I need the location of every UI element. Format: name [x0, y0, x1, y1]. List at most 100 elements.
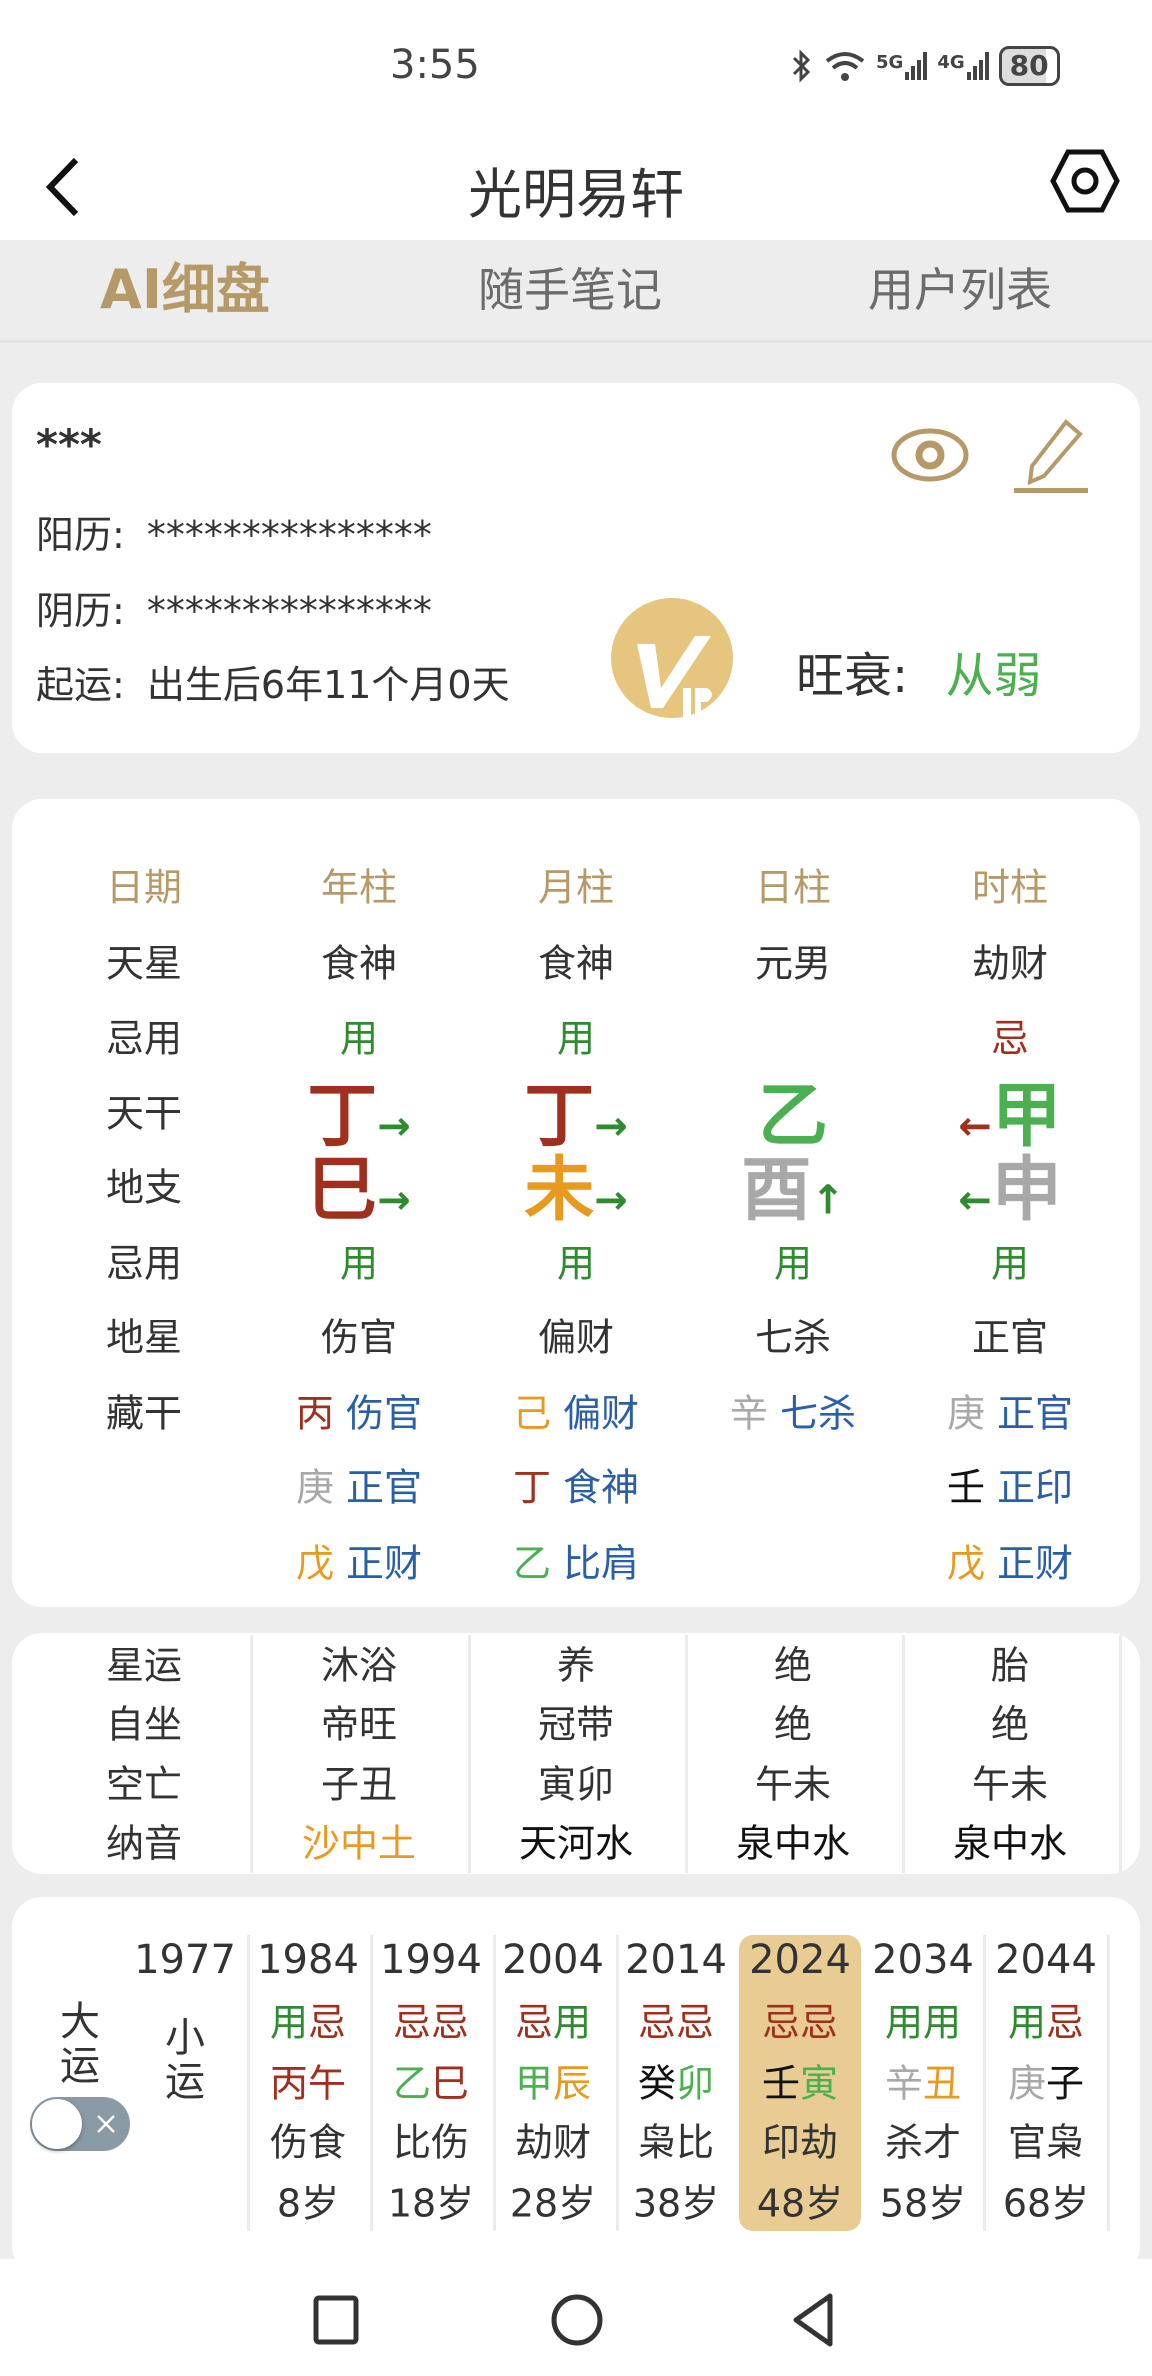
solar-date-row: 阳历: ***************: [36, 504, 432, 559]
ji-yong-badge: 用: [339, 1016, 379, 1061]
5g-label: 5G: [876, 52, 904, 73]
lunar-value: ***************: [146, 589, 432, 633]
hidden-stem: 丁: [512, 1465, 551, 1510]
column-divider: [493, 1935, 496, 2231]
earthly-branch: 巳→: [307, 1134, 411, 1235]
extra-value: 帝旺: [320, 1702, 398, 1747]
branch-char: 寅: [800, 2061, 839, 2106]
column-divider: [616, 1935, 619, 2231]
stem-char: 壬: [761, 2061, 800, 2106]
stem-char: 乙: [392, 2061, 431, 2106]
period-ten-gods: 劫财: [514, 2120, 592, 2165]
pillar-header: 日期: [105, 865, 183, 910]
branch-char: 卯: [676, 2061, 715, 2106]
hidden-stem: 壬: [946, 1465, 985, 1510]
tab-user-list[interactable]: 用户列表: [830, 240, 1090, 340]
column-divider: [370, 1935, 373, 2231]
ji-yong-badge: 忌: [514, 2000, 553, 2045]
period-age: 28岁: [509, 2181, 597, 2226]
period-age: 58岁: [879, 2181, 967, 2226]
ji-yong-badge: 忌: [637, 2000, 676, 2045]
row-label-di-zhi: 地支: [105, 1165, 183, 1210]
pencil-icon[interactable]: [1010, 418, 1090, 496]
period-ten-gods: 枭比: [637, 2120, 715, 2165]
period-ten-gods: 杀才: [884, 2120, 962, 2165]
tab-notes[interactable]: 随手笔记: [440, 240, 700, 340]
hidden-stem-entry: 壬正印: [947, 1457, 1073, 1512]
ji-yong-badge: 用: [773, 1241, 813, 1286]
close-icon: [97, 2115, 115, 2133]
pillar-header: 年柱: [320, 865, 398, 910]
period-ten-gods: 官枭: [1007, 2120, 1085, 2165]
extra-value: 泉中水: [952, 1821, 1068, 1866]
period-ji-yong: 用用: [885, 1992, 961, 2047]
period-ten-gods: 伤食: [269, 2120, 347, 2165]
ten-god: 正印: [997, 1465, 1074, 1510]
period-year: 2004: [502, 1937, 604, 1983]
extra-row-label: 纳音: [105, 1821, 183, 1866]
ji-yong-badge: 忌: [392, 2000, 431, 2045]
hidden-stem-entry: 庚正官: [947, 1383, 1073, 1438]
stem-char: 辛: [884, 2061, 923, 2106]
hidden-stem: 庚: [295, 1465, 334, 1510]
xiao-yun-label[interactable]: 小运: [161, 2016, 209, 2104]
arrow-right-icon: →: [594, 1177, 628, 1224]
battery-indicator: 80: [998, 46, 1060, 86]
period-year: 1994: [380, 1937, 482, 1983]
hidden-stem: 己: [512, 1391, 551, 1436]
hexagon-settings-icon[interactable]: [1050, 148, 1120, 214]
da-yun-toggle[interactable]: [30, 2097, 130, 2151]
stem-char: 丙: [269, 2061, 308, 2106]
row-label-tian-gan: 天干: [105, 1091, 183, 1136]
period-ganzhi: 壬寅: [762, 2053, 838, 2108]
chevron-left-icon[interactable]: [38, 152, 88, 222]
extra-value: 沙中土: [301, 1821, 417, 1866]
extra-value: 天河水: [518, 1821, 634, 1866]
hidden-stem: 庚: [946, 1391, 985, 1436]
tian-xing-value: 食神: [537, 941, 615, 986]
ji-yong-badge: 忌: [431, 2000, 470, 2045]
pillar-header: 日柱: [754, 865, 832, 910]
solar-label: 阳历:: [36, 513, 125, 557]
tab-bar: AI细盘 随手笔记 用户列表: [0, 240, 1152, 343]
hidden-stem-entry: 戊正财: [947, 1533, 1073, 1588]
period-ganzhi: 甲辰: [515, 2053, 591, 2108]
hidden-stem-entry: 辛七杀: [730, 1383, 856, 1438]
recents-square-icon[interactable]: [313, 2295, 359, 2345]
ji-yong-badge: 用: [269, 2000, 308, 2045]
stem-char: 甲: [514, 2061, 553, 2106]
ten-god: 正财: [346, 1541, 423, 1586]
period-ji-yong: 用忌: [1008, 1992, 1084, 2047]
ten-god: 七杀: [780, 1391, 857, 1436]
lunar-date-row: 阴历: ***************: [36, 580, 432, 635]
di-xing-value: 七杀: [754, 1315, 832, 1360]
column-divider: [902, 1635, 905, 1873]
bluetooth-icon: [792, 49, 811, 83]
branch-char: 辰: [553, 2061, 592, 2106]
column-divider: [250, 1635, 253, 1873]
period-ganzhi: 癸卯: [638, 2053, 714, 2108]
period-ji-yong: 忌忌: [393, 1992, 469, 2047]
hidden-stem-entry: 丙伤官: [296, 1383, 422, 1438]
period-ten-gods: 印劫: [761, 2120, 839, 2165]
hidden-stem-entry: 乙比肩: [513, 1533, 639, 1588]
tian-xing-value: 劫财: [971, 941, 1049, 986]
di-xing-value: 伤官: [320, 1315, 398, 1360]
ji-yong-badge: 用: [556, 1016, 596, 1061]
period-age: 18岁: [387, 2181, 475, 2226]
eye-icon[interactable]: [890, 426, 970, 484]
status-time: 3:55: [390, 42, 480, 88]
ten-god: 正官: [997, 1391, 1074, 1436]
ji-yong-badge: 用: [923, 2000, 962, 2045]
period-ten-gods: 比伤: [392, 2120, 470, 2165]
arrow-right-icon: →: [377, 1177, 411, 1224]
hidden-stem-entry: 丁食神: [513, 1457, 639, 1512]
home-circle-icon[interactable]: [550, 2292, 604, 2348]
tab-ai-detail[interactable]: AI细盘: [60, 240, 310, 340]
row-label-tian-xing: 天星: [105, 941, 183, 986]
back-triangle-icon[interactable]: [790, 2292, 836, 2348]
luck-start-label: 起运:: [36, 663, 125, 707]
ten-god: 伤官: [346, 1391, 423, 1436]
vip-badge[interactable]: [611, 598, 733, 718]
tian-xing-value: 食神: [320, 941, 398, 986]
